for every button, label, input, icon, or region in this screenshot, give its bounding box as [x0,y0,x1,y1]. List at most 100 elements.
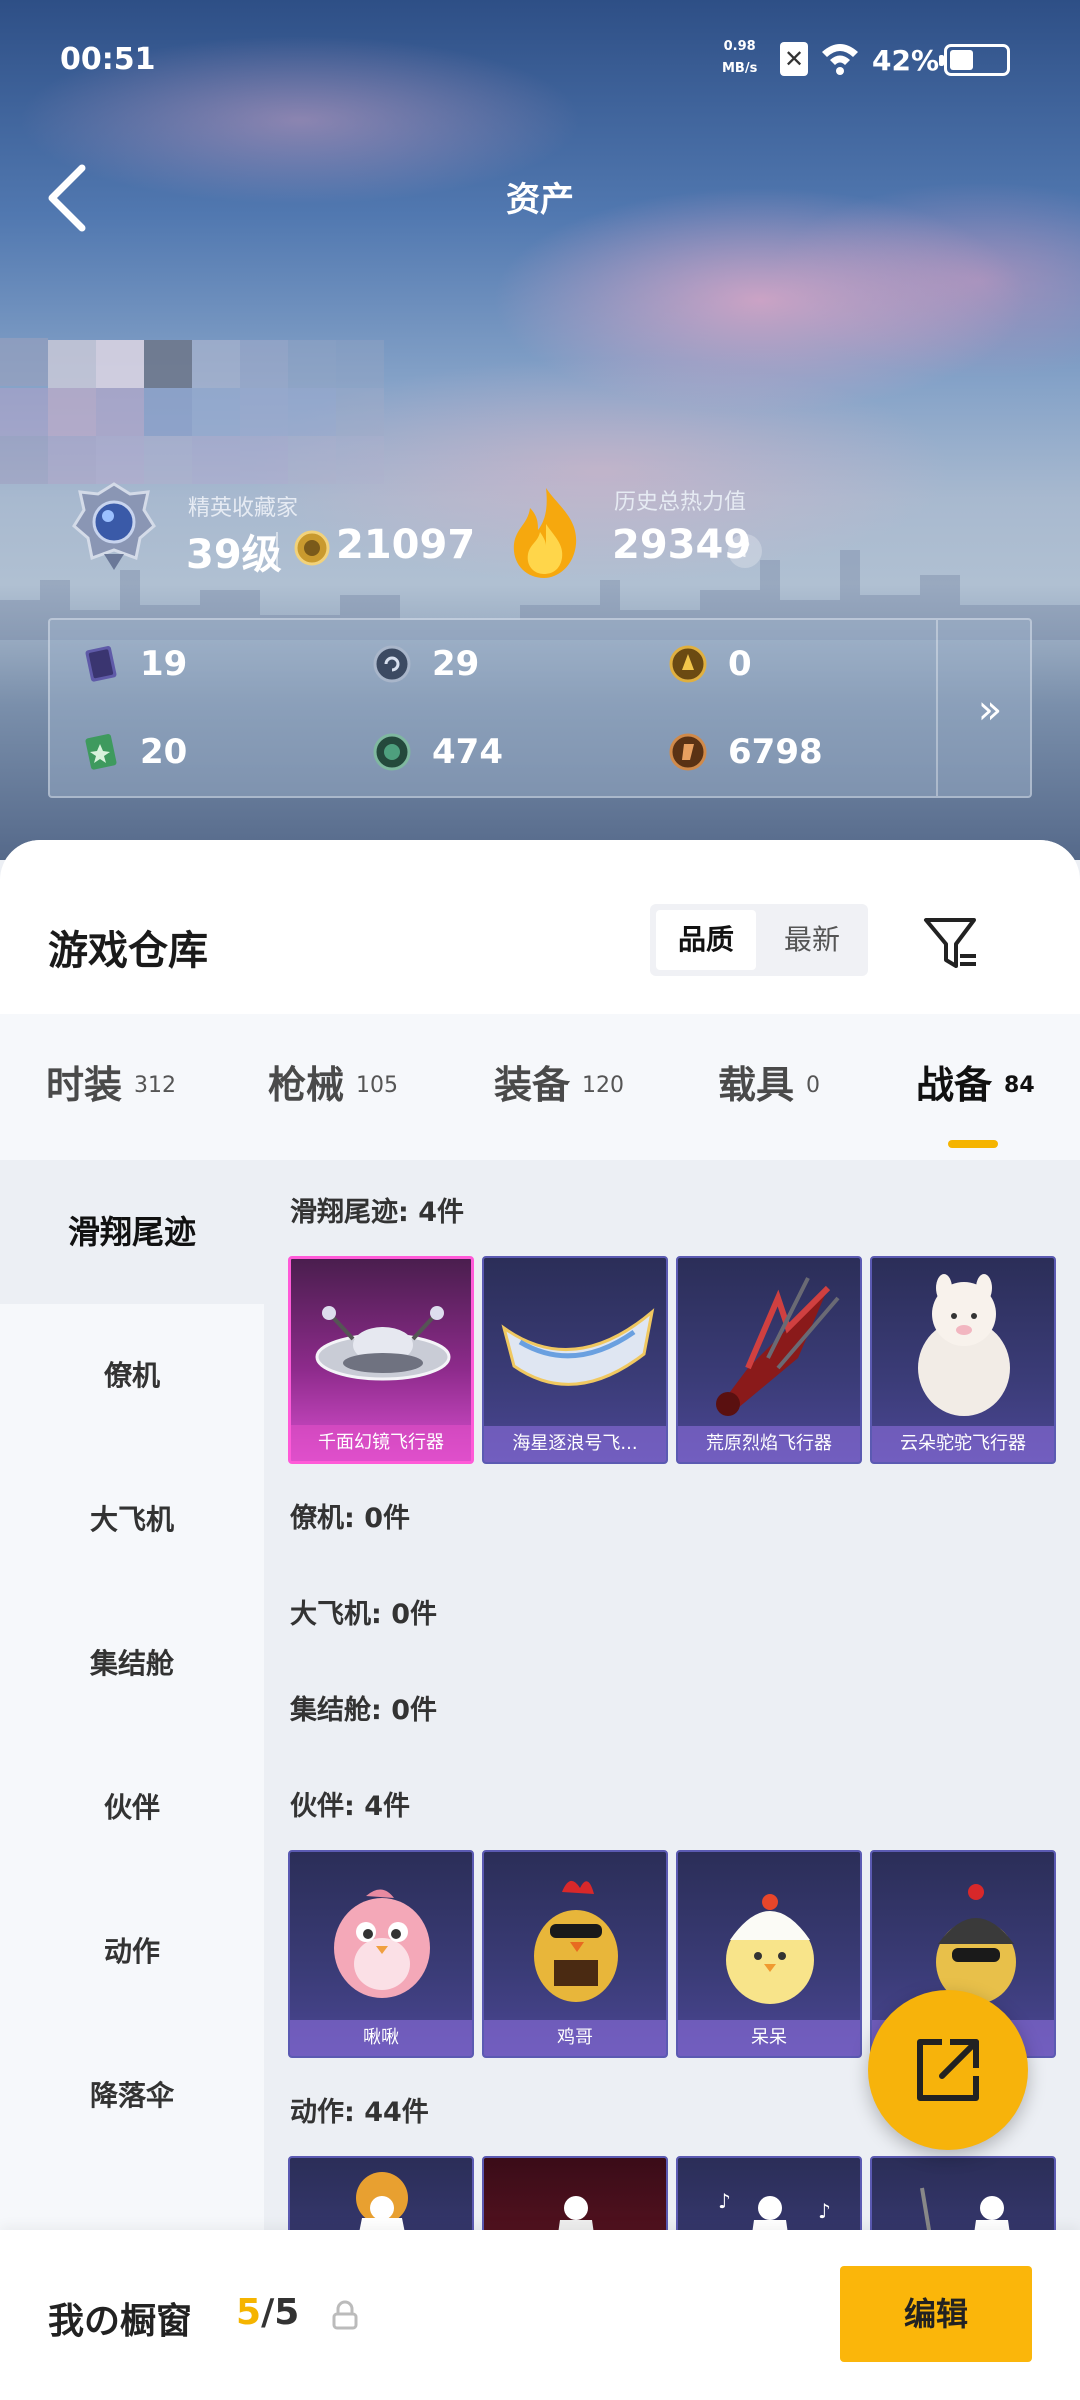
group-heading: 大飞机: 0件 [290,1599,437,1630]
tab-count: 120 [582,1073,625,1098]
tab-weapons[interactable]: 枪械 105 [268,1054,398,1114]
tab-count: 0 [806,1073,821,1098]
share-external-icon [917,2039,979,2101]
group-heading: 动作: 44件 [290,2097,429,2128]
currency-item: 474 [372,722,592,782]
blurred-username [0,290,400,484]
help-icon[interactable]: ? [728,534,762,568]
sort-newest-button[interactable]: 最新 [762,910,862,970]
warehouse-header: 游戏仓库 品质 最新 [0,840,1080,1014]
divider [936,620,938,796]
item-card[interactable]: 千面幻镜飞行器 [288,1256,474,1464]
showcase-footer: 我の橱窗 5/5 编辑 [0,2230,1080,2400]
currency-value: 20 [140,732,188,772]
currency-item: 6798 [668,722,888,782]
boat-glider-icon [501,1308,655,1386]
pink-bird-companion-icon [334,1889,430,1998]
rank-title: 精英收藏家 [188,496,299,521]
rooster-companion-icon [534,1880,618,2002]
warehouse-title: 游戏仓库 [48,928,208,974]
tab-count: 105 [356,1073,399,1098]
gold-coin-icon [669,645,707,683]
sidebar-item-rally-pod[interactable]: 集结舱 [0,1592,264,1736]
currency-value: 19 [140,644,188,684]
tab-fashion[interactable]: 时装 312 [46,1054,176,1114]
page-title: 资产 [506,180,574,220]
currency-item: 29 [372,634,592,694]
green-card-icon [85,733,117,770]
net-speed-value: 0.98 [723,39,756,54]
tab-count: 84 [1004,1073,1035,1098]
currency-panel[interactable]: 19 29 0 20 474 6798 » [48,618,1032,798]
tab-count: 312 [134,1073,177,1098]
group-heading: 集结舱: 0件 [290,1695,437,1726]
double-chevron-right-icon[interactable]: » [960,670,1020,750]
item-card[interactable]: 云朵驼驼飞行器 [870,1256,1056,1464]
flame-glider-icon [716,1277,840,1416]
item-card[interactable]: 啾啾 [288,1850,474,2058]
group-heading: 伙伴: 4件 [290,1791,410,1822]
sidebar-item-parachute[interactable]: 降落伞 [0,2024,264,2168]
medal-coin-icon [294,530,330,566]
item-name: 鸡哥 [484,2020,666,2056]
wifi-icon [822,44,858,75]
item-name: 呆呆 [678,2020,860,2056]
battery-fill [950,50,973,70]
green-coin-icon [373,733,411,771]
currency-item: 19 [80,634,300,694]
sidebar-item-emote[interactable]: 动作 [0,1880,264,2024]
tab-label: 战备 [916,1063,993,1107]
item-card[interactable]: 海星逐浪号飞... [482,1256,668,1464]
tab-label: 时装 [46,1063,123,1107]
item-card[interactable]: 鸡哥 [482,1850,668,2058]
sidebar-item-big-plane[interactable]: 大飞机 [0,1448,264,1592]
svg-text:♪: ♪ [818,2199,831,2223]
item-grid: 滑翔尾迹: 4件 千面幻镜飞行器 海星逐浪号飞... 荒原烈焰飞行器 云朵驼驼飞… [264,1160,1080,2400]
chick-companion-icon [726,1894,814,2004]
showcase-count-total: /5 [261,2292,300,2333]
group-heading: 滑翔尾迹: 4件 [290,1197,464,1228]
alpaca-glider-icon [918,1274,1010,1416]
net-speed-unit: MB/s [722,61,758,76]
currency-value: 29 [432,644,480,684]
currency-value: 0 [728,644,752,684]
item-card[interactable]: 荒原烈焰飞行器 [676,1256,862,1464]
sidebar-item-companion[interactable]: 伙伴 [0,1736,264,1880]
subcategory-sidebar: 滑翔尾迹 僚机 大飞机 集结舱 伙伴 动作 降落伞 [0,1160,264,2400]
battery-percentage: 42% [872,44,940,77]
tab-vehicles[interactable]: 载具 0 [718,1054,820,1114]
tab-battle-prep[interactable]: 战备 84 [916,1054,1035,1114]
item-card[interactable]: 呆呆 [676,1850,862,2058]
elite-collector-badge-icon [72,482,156,570]
sidebar-item-wingman[interactable]: 僚机 [0,1304,264,1448]
category-tabs: 时装 312 枪械 105 装备 120 载具 0 战备 84 [0,1014,1080,1160]
sort-toggle: 品质 最新 [650,904,868,976]
tab-label: 载具 [718,1063,795,1107]
svg-text:♪: ♪ [718,2189,731,2213]
item-name: 荒原烈焰飞行器 [678,1426,860,1462]
item-name: 海星逐浪号飞... [484,1426,666,1462]
rank-points: 21097 [336,522,476,568]
edit-button[interactable]: 编辑 [840,2266,1032,2362]
item-name: 千面幻镜飞行器 [291,1425,471,1461]
item-name: 啾啾 [290,2020,472,2056]
sidebar-item-glide-trail[interactable]: 滑翔尾迹 [0,1160,264,1304]
currency-item: 0 [668,634,888,694]
sort-quality-button[interactable]: 品质 [656,910,756,970]
no-sim-icon: ✕ [780,42,808,76]
rank-level: 39级 [186,532,282,578]
network-speed: 0.98 MB/s [722,36,757,80]
share-fab-button[interactable] [868,1990,1028,2150]
filter-icon[interactable] [920,914,980,974]
tab-equipment[interactable]: 装备 120 [494,1054,624,1114]
heat-label: 历史总热力值 [614,490,747,515]
ufo-glider-icon [315,1306,451,1381]
showcase-title: 我の橱窗 [48,2301,193,2342]
tab-label: 装备 [494,1063,571,1107]
divider [276,532,278,568]
tab-label: 枪械 [268,1063,345,1107]
group-heading: 僚机: 0件 [290,1503,410,1534]
currency-value: 474 [432,732,503,772]
card-icon [85,645,117,682]
currency-item: 20 [80,722,300,782]
